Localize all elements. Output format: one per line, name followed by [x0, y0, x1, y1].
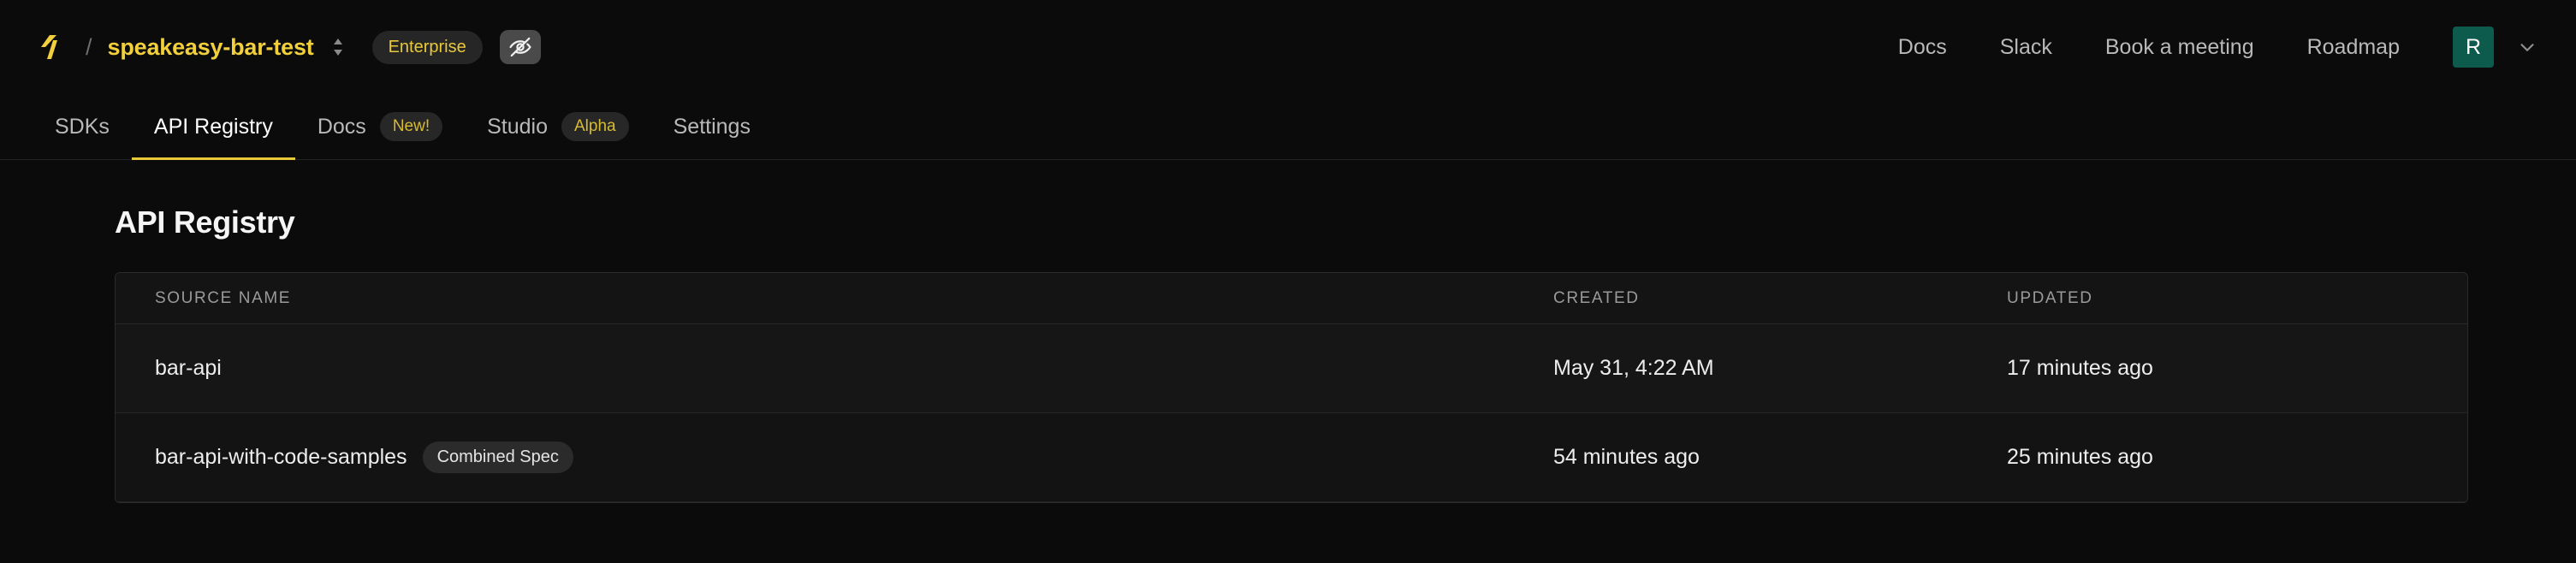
- cell-created: 54 minutes ago: [1553, 445, 1700, 469]
- avatar[interactable]: R: [2453, 27, 2494, 68]
- tab-label: API Registry: [153, 114, 273, 139]
- tab-label: Studio: [487, 114, 548, 139]
- tab-bar: SDKs API Registry Docs New! Studio Alpha…: [0, 94, 2576, 160]
- cell-updated: 17 minutes ago: [2007, 356, 2153, 380]
- status-badge: Combined Spec: [422, 442, 573, 473]
- cell-created: May 31, 4:22 AM: [1553, 356, 1714, 380]
- tab-api-registry[interactable]: API Registry: [131, 94, 295, 160]
- tab-label: Settings: [673, 114, 751, 139]
- top-nav-links: Docs Slack Book a meeting Roadmap R: [1898, 27, 2538, 68]
- chevron-up-down-icon[interactable]: [329, 35, 347, 59]
- tab-studio[interactable]: Studio Alpha: [465, 94, 651, 159]
- plan-badge: Enterprise: [371, 30, 483, 64]
- nav-link-roadmap[interactable]: Roadmap: [2307, 36, 2400, 58]
- nav-link-docs[interactable]: Docs: [1898, 36, 1947, 58]
- chevron-down-icon[interactable]: [2516, 36, 2538, 58]
- eye-off-icon[interactable]: [499, 30, 541, 64]
- api-registry-table: SOURCE NAME CREATED UPDATED bar-api May …: [115, 272, 2468, 503]
- column-header-created: CREATED: [1553, 288, 1640, 307]
- cell-source-name: bar-api-with-code-samples Combined Spec: [116, 442, 1553, 473]
- main-content: API Registry SOURCE NAME CREATED UPDATED…: [0, 160, 2576, 503]
- tab-label: SDKs: [55, 114, 110, 139]
- tab-label: Docs: [317, 114, 366, 139]
- tab-badge-alpha: Alpha: [561, 112, 629, 141]
- breadcrumb: / speakeasy-bar-test Enterprise: [33, 28, 541, 66]
- table-row[interactable]: bar-api-with-code-samples Combined Spec …: [116, 413, 2467, 502]
- cell-updated: 25 minutes ago: [2007, 445, 2153, 469]
- column-header-updated: UPDATED: [2007, 288, 2093, 307]
- source-name-text: bar-api: [155, 356, 222, 380]
- tab-badge-new: New!: [379, 112, 443, 141]
- nav-link-slack[interactable]: Slack: [2000, 36, 2052, 58]
- tab-settings[interactable]: Settings: [651, 94, 773, 159]
- top-header-bar: / speakeasy-bar-test Enterprise Docs Sla…: [0, 0, 2576, 94]
- cell-source-name: bar-api: [116, 356, 1553, 381]
- workspace-name[interactable]: speakeasy-bar-test: [108, 34, 314, 61]
- breadcrumb-separator: /: [86, 33, 92, 60]
- nav-link-book-a-meeting[interactable]: Book a meeting: [2105, 36, 2254, 58]
- tab-sdks[interactable]: SDKs: [33, 94, 132, 159]
- speakeasy-logo-icon[interactable]: [33, 28, 70, 66]
- tab-docs[interactable]: Docs New!: [295, 94, 465, 159]
- page-title: API Registry: [115, 204, 295, 240]
- table-row[interactable]: bar-api May 31, 4:22 AM 17 minutes ago: [116, 324, 2467, 413]
- source-name-text: bar-api-with-code-samples: [155, 445, 407, 469]
- column-header-source-name: SOURCE NAME: [155, 288, 292, 307]
- table-header-row: SOURCE NAME CREATED UPDATED: [116, 273, 2467, 324]
